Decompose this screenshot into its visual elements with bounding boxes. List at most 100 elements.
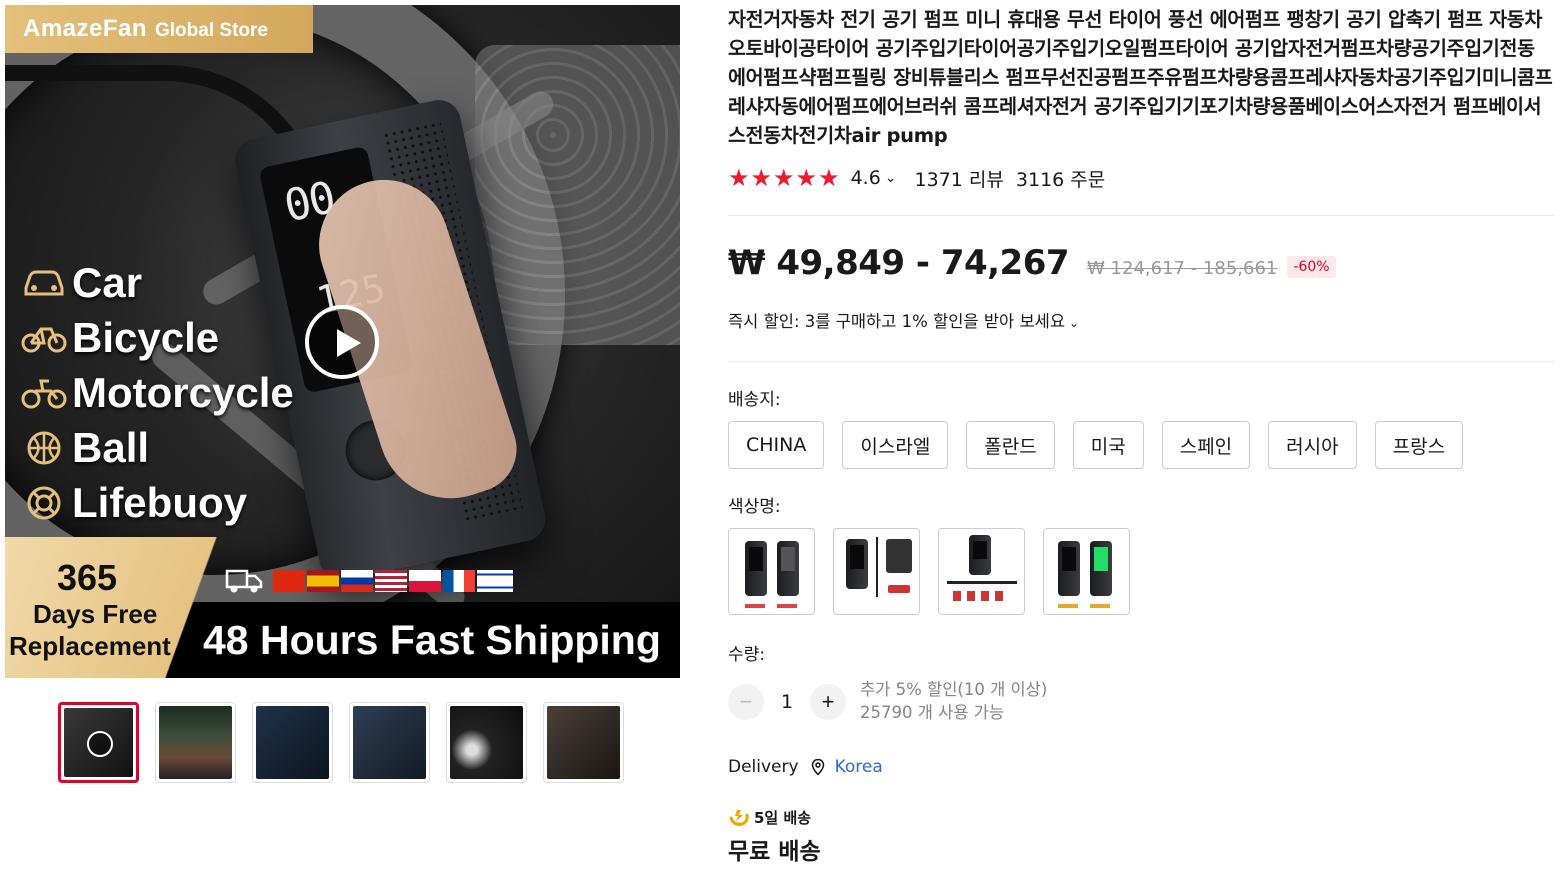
brake-disc-graphic	[475, 45, 680, 345]
delivery-row: Delivery Korea	[728, 757, 883, 777]
color-option-4[interactable]	[1043, 528, 1130, 615]
ship-from-options: CHINA 이스라엘 폴란드 미국 스페인 러시아 프랑스	[728, 421, 1464, 469]
divider	[728, 215, 1554, 216]
quantity-value[interactable]: 1	[764, 691, 810, 713]
color-option-2[interactable]	[833, 528, 920, 615]
vehicle-label: Ball	[72, 423, 150, 471]
thumbnail-image	[450, 706, 523, 779]
vehicle-list: Car Bicycle Motorcycle Ball Lifebuoy	[20, 255, 294, 530]
vehicle-row-ball: Ball	[20, 420, 294, 475]
lifebuoy-icon	[20, 483, 68, 523]
product-title: 자전거자동차 전기 공기 펌프 미니 휴대용 무선 타이어 풍선 에어펌프 팽창…	[728, 8, 1553, 147]
rating-row: ★★★★★ 4.6 ⌄ 1371 리뷰 3116 주문	[728, 164, 1117, 192]
warranty-line1: Days Free	[33, 599, 158, 629]
fast-delivery-icon	[728, 806, 750, 828]
rating-value[interactable]: 4.6	[851, 167, 881, 189]
shipping-banner-text: 48 Hours Fast Shipping	[203, 617, 661, 663]
brand-name: AmazeFan	[23, 15, 148, 42]
hose-icon	[876, 537, 878, 597]
original-price: ₩ 124,617 - 185,661	[1087, 258, 1278, 279]
flag-israel-icon	[477, 570, 513, 592]
variant-tag	[1058, 604, 1078, 608]
nozzle-icon	[888, 585, 910, 593]
brand-suffix: Global Store	[155, 20, 268, 41]
ship-option-usa[interactable]: 미국	[1072, 421, 1144, 469]
instant-discount-promo[interactable]: 즉시 할인: 3를 구매하고 1% 할인을 받아 보세요 ⌄	[728, 308, 1079, 332]
fast-delivery-row: 5일 배송	[728, 806, 811, 828]
quantity-info: 추가 5% 할인(10 개 이상) 25790 개 사용 가능	[860, 678, 1047, 724]
ship-option-france[interactable]: 프랑스	[1374, 421, 1464, 469]
vehicle-label: Bicycle	[72, 313, 220, 361]
pump-thumbnail-icon	[846, 539, 868, 589]
ship-option-poland[interactable]: 폴란드	[966, 421, 1055, 469]
ship-option-spain[interactable]: 스페인	[1161, 421, 1251, 469]
quantity-increase-button[interactable]: +	[810, 684, 846, 720]
order-count: 3116 주문	[1015, 168, 1106, 191]
current-price: ₩ 49,849 - 74,267	[728, 243, 1070, 283]
vehicle-row-lifebuoy: Lifebuoy	[20, 475, 294, 530]
vehicle-row-motorcycle: Motorcycle	[20, 365, 294, 420]
thumbnail-image	[353, 706, 426, 779]
discount-badge: -60%	[1287, 256, 1336, 278]
pump-thumbnail-icon	[745, 541, 767, 596]
chevron-down-icon: ⌄	[1069, 316, 1080, 330]
quantity-label: 수량:	[728, 645, 766, 665]
ship-option-china[interactable]: CHINA	[728, 421, 825, 469]
thumbnail[interactable]	[252, 702, 333, 783]
thumbnail-image	[159, 706, 232, 779]
flag-russia-icon	[341, 570, 373, 592]
thumbnail-strip	[58, 702, 624, 783]
flag-usa-icon	[375, 570, 407, 592]
pump-thumbnail-icon	[969, 535, 991, 575]
quantity-decrease-button[interactable]: −	[728, 684, 764, 720]
ball-icon	[20, 428, 68, 468]
main-product-image[interactable]: 00 125 AmazeFan Global Store Car Bicycle…	[5, 5, 680, 678]
pump-thumbnail-icon	[1090, 541, 1112, 596]
color-option-1[interactable]	[728, 528, 815, 615]
bicycle-icon	[20, 318, 68, 358]
video-play-button[interactable]	[305, 305, 379, 379]
pump-thumbnail-icon	[777, 541, 799, 596]
thumbnail[interactable]	[543, 702, 624, 783]
thumbnail-image	[256, 706, 329, 779]
color-option-3[interactable]	[938, 528, 1025, 615]
ship-option-israel[interactable]: 이스라엘	[842, 421, 949, 469]
truck-icon	[225, 567, 265, 595]
flag-poland-icon	[409, 570, 441, 592]
bulk-discount-text: 추가 5% 할인(10 개 이상)	[860, 680, 1048, 699]
flag-france-icon	[443, 570, 475, 592]
vehicle-label: Lifebuoy	[72, 478, 247, 526]
variant-tag	[745, 604, 765, 608]
color-options	[728, 528, 1130, 615]
ship-option-russia[interactable]: 러시아	[1268, 421, 1357, 469]
warranty-number: 365	[57, 557, 118, 598]
flag-china-icon	[273, 570, 305, 592]
pump-thumbnail-icon	[1058, 541, 1080, 596]
thumbnail[interactable]	[58, 702, 139, 783]
location-pin-icon	[809, 758, 827, 776]
motorcycle-icon	[20, 373, 68, 413]
thumbnail[interactable]	[349, 702, 430, 783]
car-icon	[20, 263, 68, 303]
vehicle-label: Car	[72, 258, 143, 306]
review-count[interactable]: 1371 리뷰	[915, 165, 1004, 192]
vehicle-label: Motorcycle	[72, 368, 294, 416]
hose-icon	[947, 581, 1017, 584]
chevron-down-icon[interactable]: ⌄	[885, 170, 897, 186]
country-flags	[225, 567, 513, 595]
stock-available-text: 25790 개 사용 가능	[860, 703, 1005, 722]
price-row: ₩ 49,849 - 74,267 ₩ 124,617 - 185,661 -6…	[728, 243, 1336, 283]
thumbnail[interactable]	[155, 702, 236, 783]
thumbnail[interactable]	[446, 702, 527, 783]
store-banner: AmazeFan Global Store	[5, 5, 313, 53]
bag-icon	[886, 539, 912, 573]
color-label: 색상명:	[728, 497, 781, 517]
play-icon	[87, 731, 113, 757]
thumbnail-image	[547, 706, 620, 779]
quantity-stepper: − 1 +	[728, 684, 846, 720]
warranty-line2: Replacement	[9, 631, 171, 661]
delivery-label: Delivery	[728, 757, 799, 777]
delivery-location-link[interactable]: Korea	[835, 757, 883, 777]
free-shipping-text: 무료 배송	[728, 839, 821, 865]
fast-delivery-text: 5일 배송	[754, 808, 812, 827]
